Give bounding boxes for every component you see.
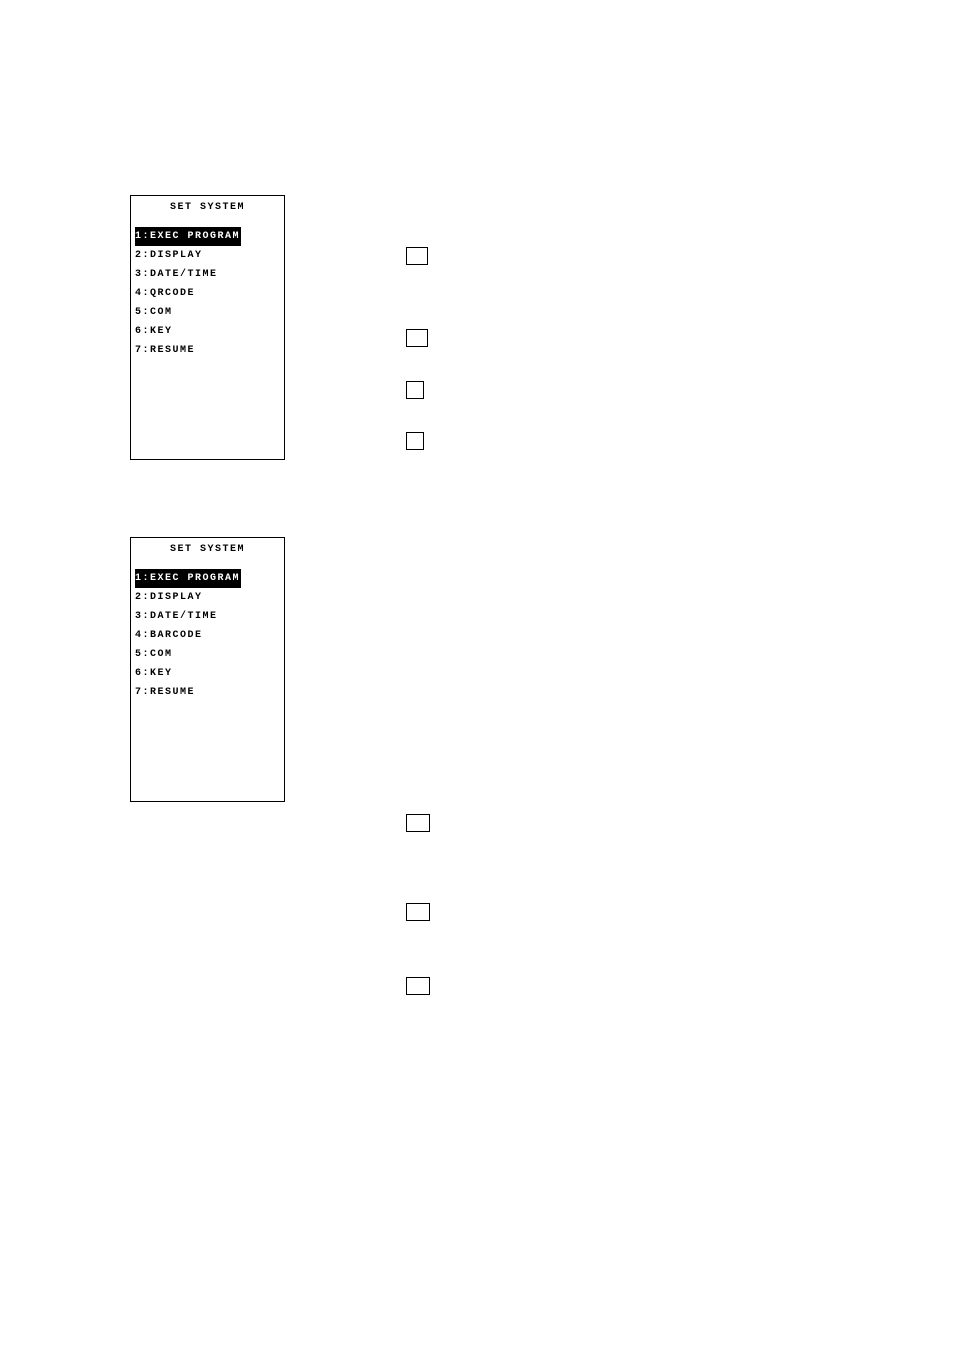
menu-item-com[interactable]: 5:COM bbox=[131, 303, 284, 322]
menu-item-display[interactable]: 2:DISPLAY bbox=[131, 246, 284, 265]
screen-title: SET SYSTEM bbox=[131, 544, 284, 567]
checkbox-icon bbox=[406, 977, 430, 995]
menu-item-date-time[interactable]: 3:DATE/TIME bbox=[131, 265, 284, 284]
menu-item-barcode[interactable]: 4:BARCODE bbox=[131, 626, 284, 645]
checkbox-icon bbox=[406, 432, 424, 450]
menu-item-com[interactable]: 5:COM bbox=[131, 645, 284, 664]
checkbox-icon bbox=[406, 381, 424, 399]
menu-item-resume[interactable]: 7:RESUME bbox=[131, 341, 284, 360]
menu-item-key[interactable]: 6:KEY bbox=[131, 322, 284, 341]
menu-item-exec-program[interactable]: 1:EXEC PROGRAM bbox=[135, 227, 241, 246]
menu-item-date-time[interactable]: 3:DATE/TIME bbox=[131, 607, 284, 626]
menu-item-key[interactable]: 6:KEY bbox=[131, 664, 284, 683]
device-screen-top: SET SYSTEM 1:EXEC PROGRAM 2:DISPLAY 3:DA… bbox=[130, 195, 285, 460]
checkbox-icon bbox=[406, 329, 428, 347]
menu-item-qrcode[interactable]: 4:QRCODE bbox=[131, 284, 284, 303]
checkbox-icon bbox=[406, 814, 430, 832]
screen-title: SET SYSTEM bbox=[131, 202, 284, 225]
menu-item-display[interactable]: 2:DISPLAY bbox=[131, 588, 284, 607]
device-screen-bottom: SET SYSTEM 1:EXEC PROGRAM 2:DISPLAY 3:DA… bbox=[130, 537, 285, 802]
menu-item-resume[interactable]: 7:RESUME bbox=[131, 683, 284, 702]
checkbox-icon bbox=[406, 247, 428, 265]
checkbox-icon bbox=[406, 903, 430, 921]
menu-item-exec-program[interactable]: 1:EXEC PROGRAM bbox=[135, 569, 241, 588]
